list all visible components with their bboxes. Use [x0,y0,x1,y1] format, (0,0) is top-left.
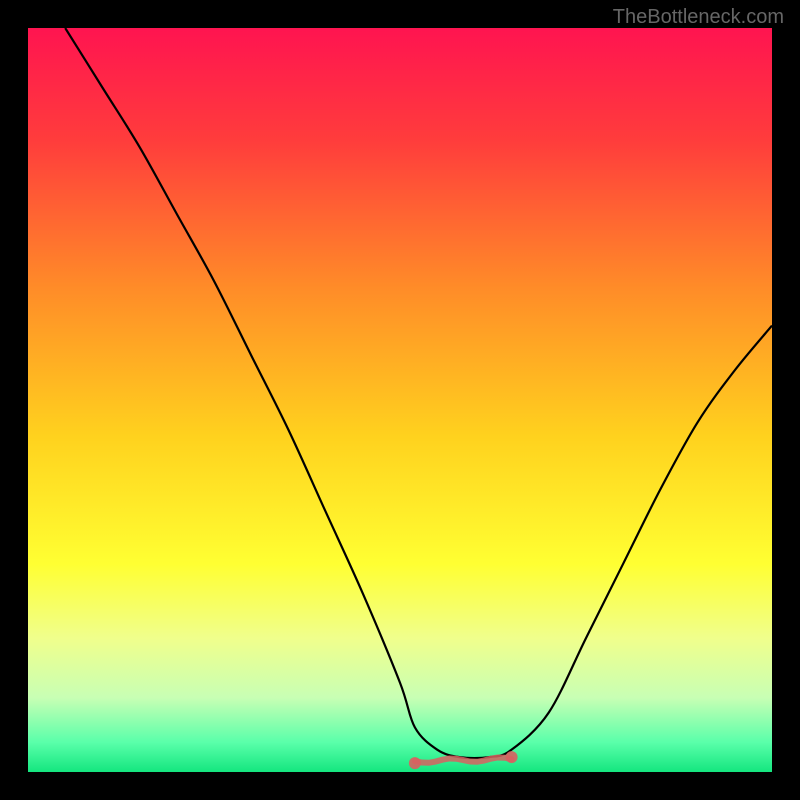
plot-area [28,28,772,772]
gradient-background [28,28,772,772]
chart-svg [28,28,772,772]
watermark-text: TheBottleneck.com [613,6,784,29]
chart-container: TheBottleneck.com [0,0,800,800]
